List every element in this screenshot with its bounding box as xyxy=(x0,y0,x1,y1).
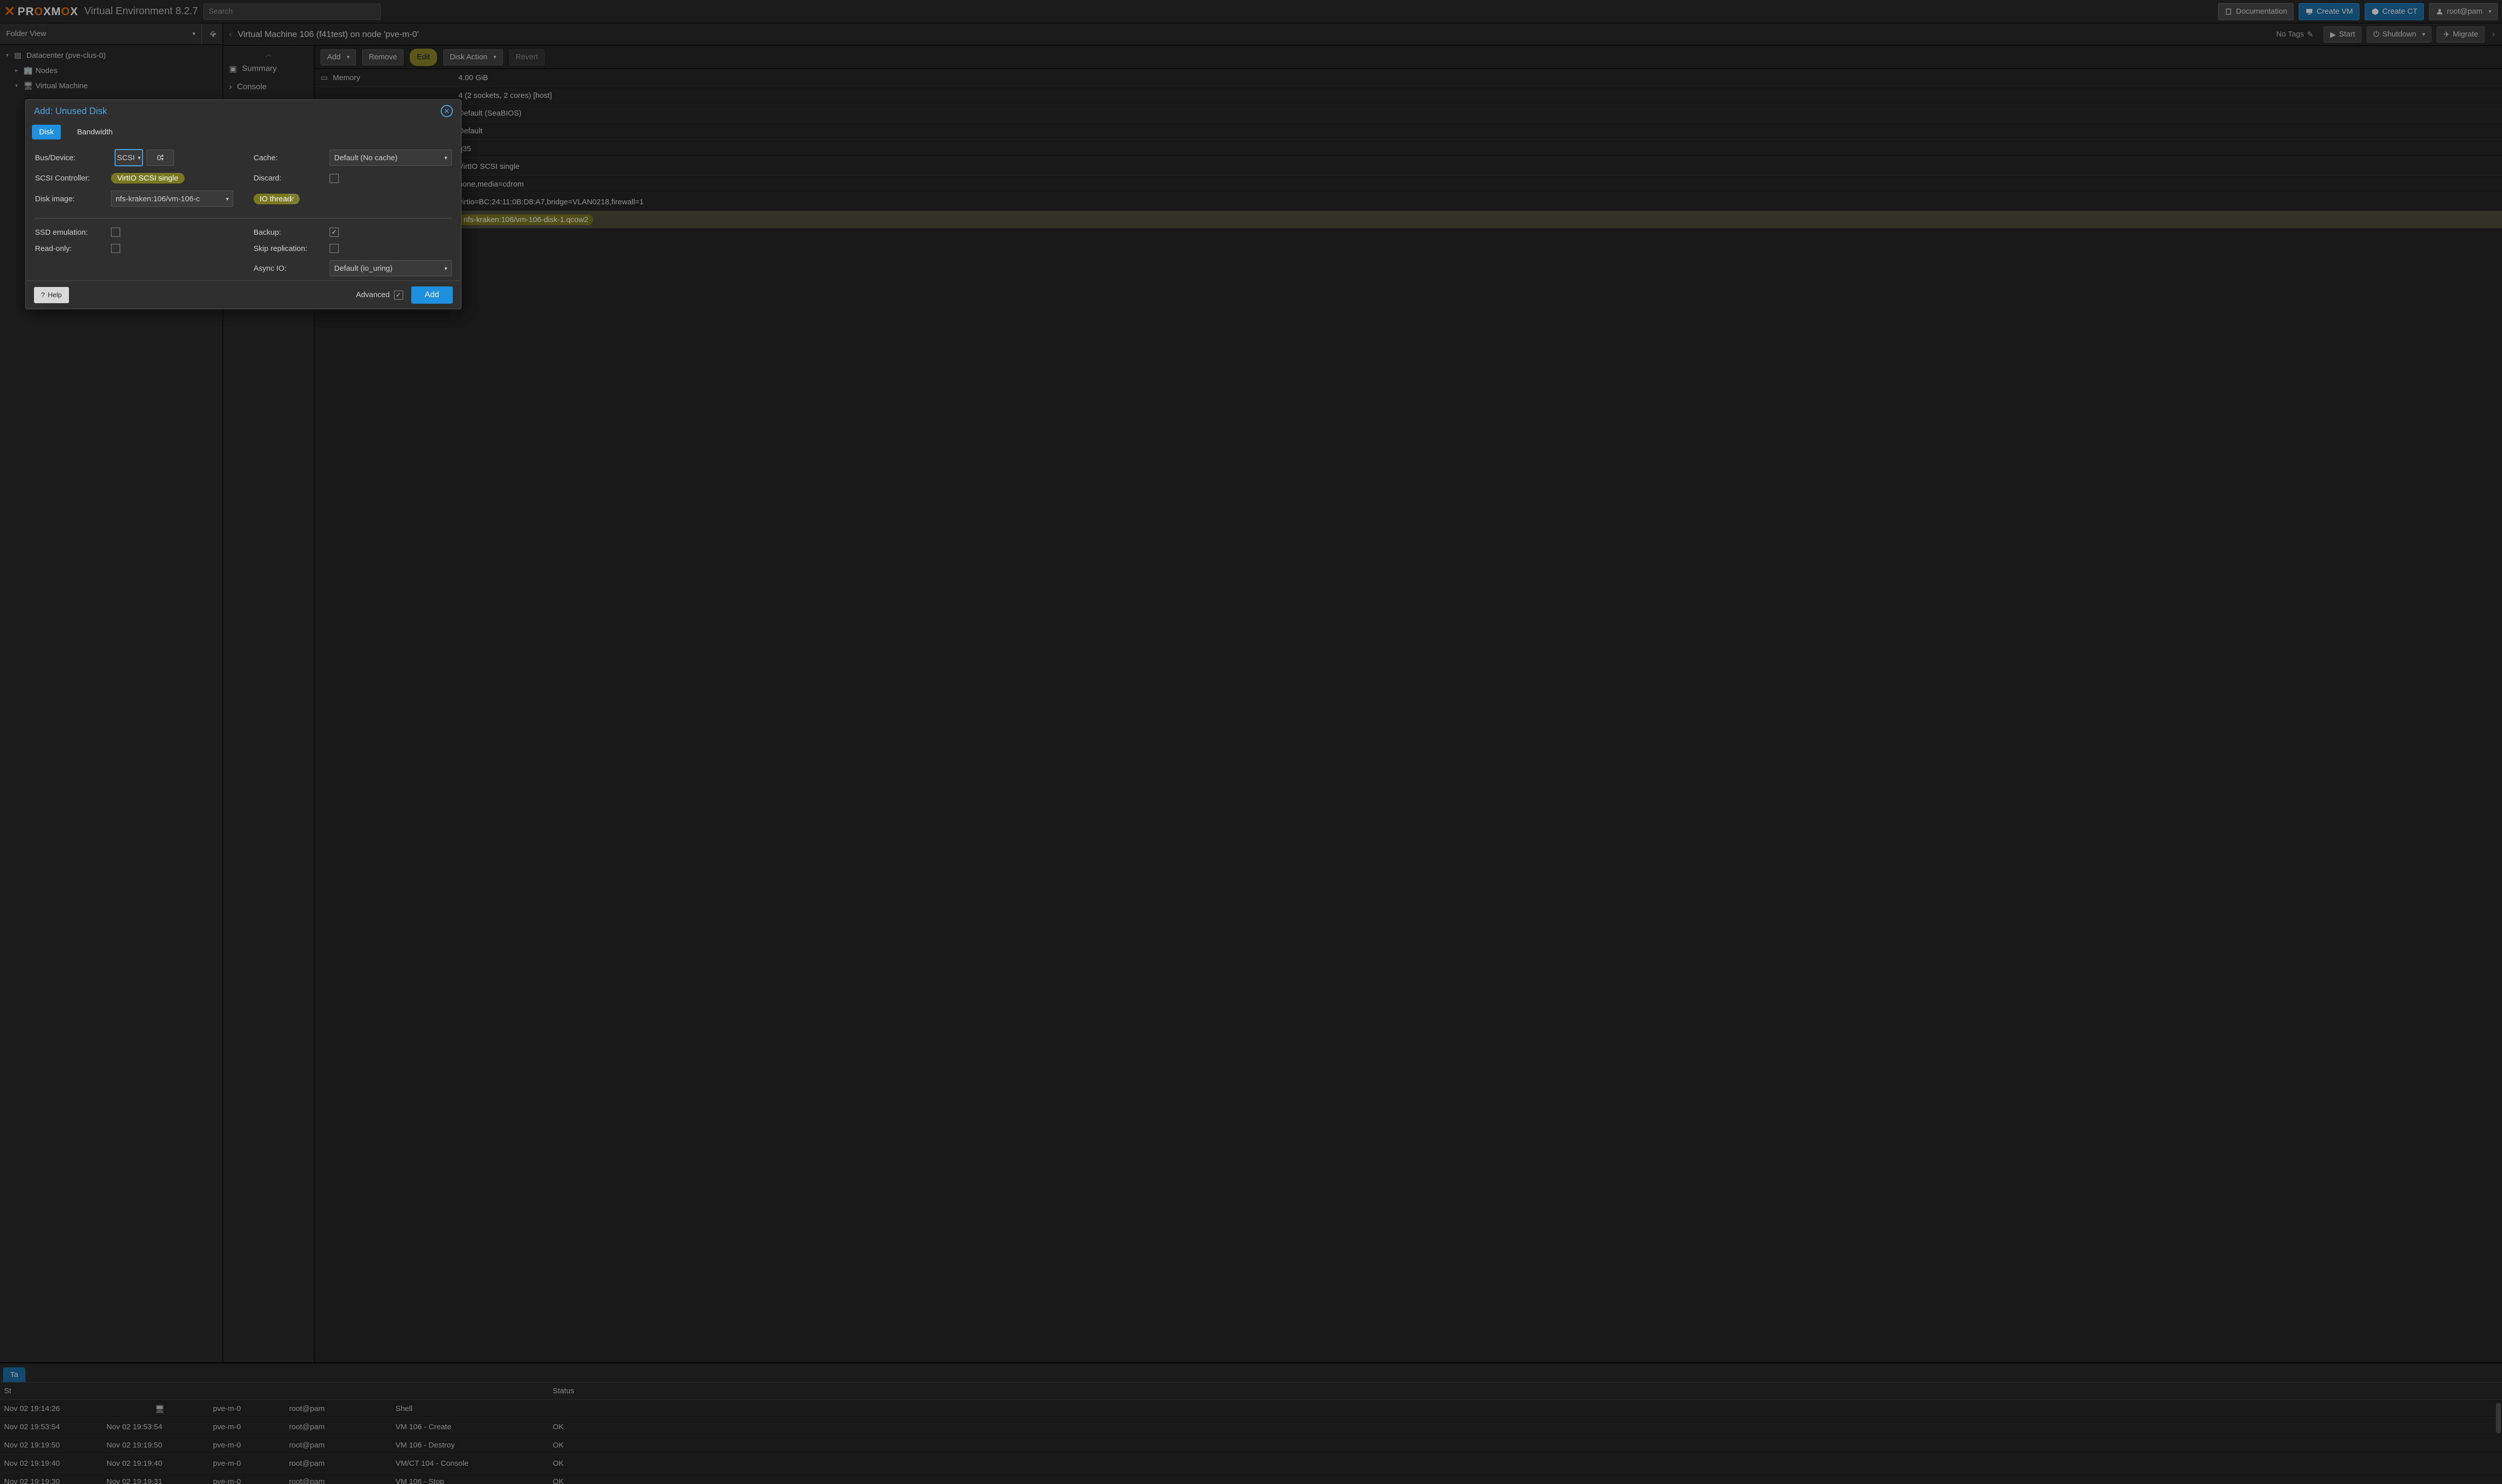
disk-image-select[interactable]: nfs-kraken:106/vm-106-c▾ xyxy=(111,191,233,207)
spinner-icon: ▴▾ xyxy=(161,154,164,162)
modal-overlay: Add: Unused Disk ✕ Disk Bandwidth Bus/De… xyxy=(0,0,2502,1484)
field-readonly: Read-only: xyxy=(35,244,233,253)
field-scsi-controller: SCSI Controller: VirtIO SCSI single xyxy=(35,173,233,184)
readonly-checkbox[interactable] xyxy=(111,244,120,253)
field-async-io: Async IO: Default (io_uring)▾ xyxy=(254,260,452,276)
bus-number[interactable]: 0▴▾ xyxy=(147,150,174,166)
iothread-checkbox[interactable] xyxy=(289,194,298,203)
chevron-down-icon: ▾ xyxy=(138,155,141,161)
skip-replication-checkbox[interactable] xyxy=(330,244,339,253)
field-bus: Bus/Device: SCSI▾ 0▴▾ xyxy=(35,150,233,166)
discard-checkbox[interactable] xyxy=(330,174,339,183)
field-disk-image: Disk image: nfs-kraken:106/vm-106-c▾ xyxy=(35,191,233,207)
close-icon: ✕ xyxy=(444,107,450,116)
field-cache: Cache: Default (No cache)▾ xyxy=(254,150,452,166)
async-io-select[interactable]: Default (io_uring)▾ xyxy=(330,260,452,276)
advanced-checkbox[interactable] xyxy=(394,291,403,300)
help-button[interactable]: ?Help xyxy=(34,287,69,303)
field-skip-replication: Skip replication: xyxy=(254,244,452,253)
chevron-down-icon: ▾ xyxy=(226,196,229,202)
ssd-checkbox[interactable] xyxy=(111,228,120,237)
bus-select[interactable]: SCSI▾ xyxy=(115,150,142,166)
close-button[interactable]: ✕ xyxy=(441,105,453,117)
backup-checkbox[interactable] xyxy=(330,228,339,237)
field-ssd: SSD emulation: xyxy=(35,228,233,237)
tab-bandwidth[interactable]: Bandwidth xyxy=(70,125,120,139)
advanced-toggle[interactable]: Advanced xyxy=(356,291,403,300)
help-icon: ? xyxy=(41,291,45,299)
field-discard: Discard: xyxy=(254,173,452,184)
tab-disk[interactable]: Disk xyxy=(32,125,61,139)
dialog-title: Add: Unused Disk xyxy=(34,106,107,117)
add-unused-disk-dialog: Add: Unused Disk ✕ Disk Bandwidth Bus/De… xyxy=(25,99,461,309)
chevron-down-icon: ▾ xyxy=(444,155,447,161)
cache-select[interactable]: Default (No cache)▾ xyxy=(330,150,452,166)
add-confirm-button[interactable]: Add xyxy=(411,286,453,304)
chevron-down-icon: ▾ xyxy=(444,265,447,272)
field-iothread: IO thread: xyxy=(254,191,452,207)
scsi-controller-value: VirtIO SCSI single xyxy=(111,173,185,184)
field-backup: Backup: xyxy=(254,228,452,237)
